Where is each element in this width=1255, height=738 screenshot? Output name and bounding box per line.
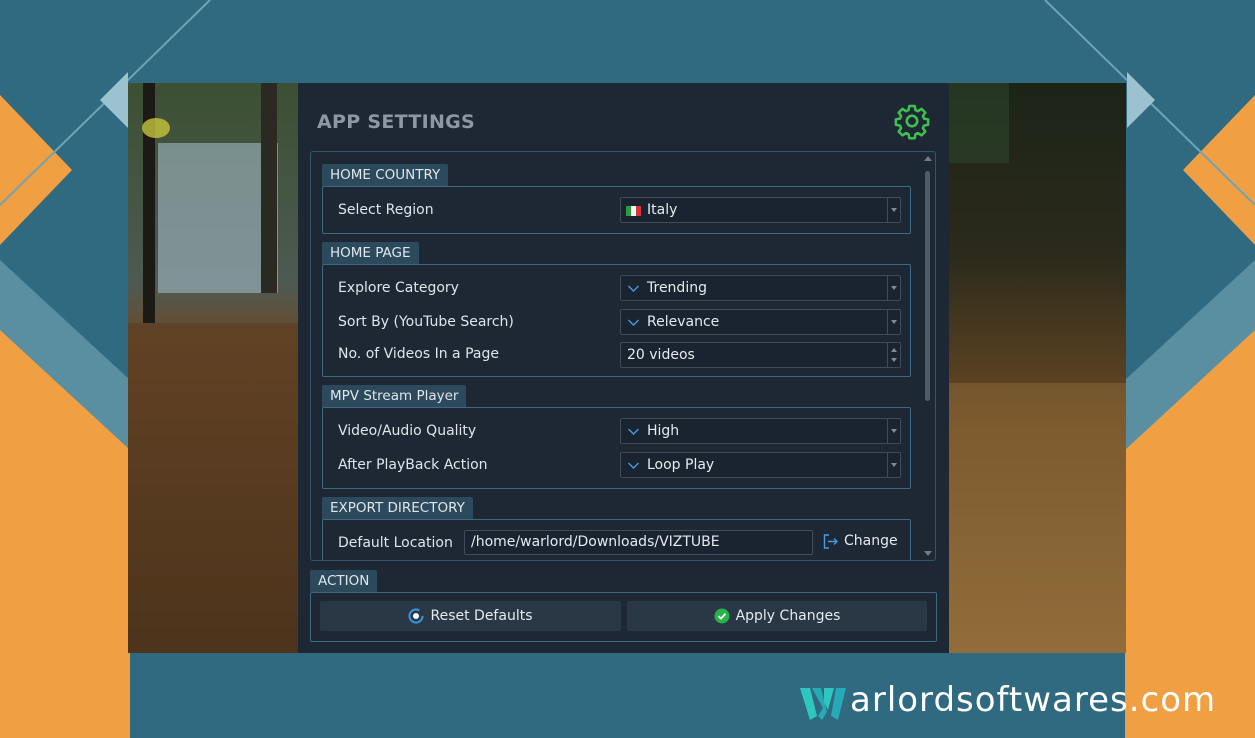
chevron-down-icon[interactable] bbox=[887, 276, 900, 300]
gear-icon[interactable] bbox=[893, 102, 931, 140]
export-directory-header: EXPORT DIRECTORY bbox=[322, 497, 473, 519]
watermark: arlordsoftwares.com bbox=[800, 680, 1230, 724]
italy-flag-icon bbox=[626, 206, 641, 216]
chevron-down-icon[interactable] bbox=[887, 453, 900, 477]
scroll-down-icon[interactable] bbox=[924, 551, 932, 556]
videos-per-page-spinbox[interactable]: 20 videos bbox=[620, 342, 901, 368]
warlord-logo bbox=[800, 688, 846, 720]
sort-by-value: Relevance bbox=[647, 314, 720, 330]
quality-value: High bbox=[647, 423, 680, 439]
sort-by-dropdown[interactable]: Relevance bbox=[620, 309, 901, 335]
chevron-down-icon bbox=[628, 462, 639, 469]
export-directory-box: Default Location /home/warlord/Downloads… bbox=[322, 519, 911, 560]
page-title: APP SETTINGS bbox=[317, 111, 476, 133]
spin-up-icon[interactable] bbox=[891, 348, 897, 352]
action-header: ACTION bbox=[310, 570, 378, 592]
apply-changes-label: Apply Changes bbox=[735, 608, 841, 624]
explore-category-dropdown[interactable]: Trending bbox=[620, 275, 901, 301]
export-directory-group: EXPORT DIRECTORY Default Location /home/… bbox=[322, 497, 911, 560]
home-page-box: Explore Category Trending Sort By (YouTu… bbox=[322, 264, 911, 377]
region-value: Italy bbox=[647, 202, 678, 218]
explore-category-label: Explore Category bbox=[338, 280, 459, 296]
action-group: ACTION Reset Defaults Apply Changes bbox=[310, 570, 937, 642]
apply-changes-button[interactable]: Apply Changes bbox=[627, 601, 927, 631]
home-country-box: Select Region Italy bbox=[322, 186, 911, 234]
chevron-down-icon[interactable] bbox=[887, 198, 900, 222]
after-playback-value: Loop Play bbox=[647, 457, 715, 473]
settings-scroll-content: HOME COUNTRY Select Region Italy HOME PA… bbox=[311, 152, 921, 560]
check-circle-icon bbox=[714, 608, 730, 624]
refresh-icon bbox=[408, 608, 425, 624]
region-dropdown[interactable]: Italy bbox=[620, 197, 901, 223]
reset-defaults-label: Reset Defaults bbox=[430, 608, 533, 624]
chevron-down-icon bbox=[628, 319, 639, 326]
mpv-player-header: MPV Stream Player bbox=[322, 385, 467, 407]
quality-label: Video/Audio Quality bbox=[338, 423, 477, 439]
action-box: Reset Defaults Apply Changes bbox=[310, 592, 937, 642]
background-photo-left bbox=[128, 83, 298, 653]
quality-dropdown[interactable]: High bbox=[620, 418, 901, 444]
watermark-text: arlordsoftwares.com bbox=[850, 680, 1217, 720]
settings-window: APP SETTINGS HOME COUNTRY Select Region bbox=[128, 83, 1126, 653]
chevron-down-icon bbox=[628, 285, 639, 292]
explore-category-value: Trending bbox=[647, 280, 707, 296]
videos-per-page-label: No. of Videos In a Page bbox=[338, 346, 499, 362]
chevron-down-icon[interactable] bbox=[887, 310, 900, 334]
home-country-group: HOME COUNTRY Select Region Italy bbox=[322, 164, 911, 236]
videos-per-page-value: 20 videos bbox=[627, 347, 695, 363]
home-page-group: HOME PAGE Explore Category Trending Sort… bbox=[322, 242, 911, 378]
after-playback-label: After PlayBack Action bbox=[338, 457, 488, 473]
spin-buttons bbox=[887, 343, 900, 367]
default-location-label: Default Location bbox=[338, 535, 453, 551]
reset-defaults-button[interactable]: Reset Defaults bbox=[320, 601, 621, 631]
home-country-header: HOME COUNTRY bbox=[322, 164, 449, 186]
mpv-player-box: Video/Audio Quality High After PlayBack … bbox=[322, 407, 911, 489]
mpv-player-group: MPV Stream Player Video/Audio Quality Hi… bbox=[322, 385, 911, 490]
change-label: Change bbox=[844, 533, 898, 549]
chevron-down-icon bbox=[628, 428, 639, 435]
sort-by-label: Sort By (YouTube Search) bbox=[338, 314, 514, 330]
after-playback-dropdown[interactable]: Loop Play bbox=[620, 452, 901, 478]
scrollbar[interactable] bbox=[923, 155, 933, 557]
select-region-label: Select Region bbox=[338, 202, 434, 218]
scroll-up-icon[interactable] bbox=[924, 156, 932, 161]
background-photo-right bbox=[949, 83, 1126, 653]
default-location-input[interactable]: /home/warlord/Downloads/VIZTUBE bbox=[464, 530, 813, 555]
home-page-header: HOME PAGE bbox=[322, 242, 419, 264]
scrollbar-thumb[interactable] bbox=[925, 171, 930, 401]
settings-panel: APP SETTINGS HOME COUNTRY Select Region bbox=[298, 83, 949, 653]
settings-scroll-area[interactable]: HOME COUNTRY Select Region Italy HOME PA… bbox=[310, 151, 936, 561]
spin-down-icon[interactable] bbox=[891, 358, 897, 362]
export-icon bbox=[823, 534, 838, 549]
chevron-down-icon[interactable] bbox=[887, 419, 900, 443]
